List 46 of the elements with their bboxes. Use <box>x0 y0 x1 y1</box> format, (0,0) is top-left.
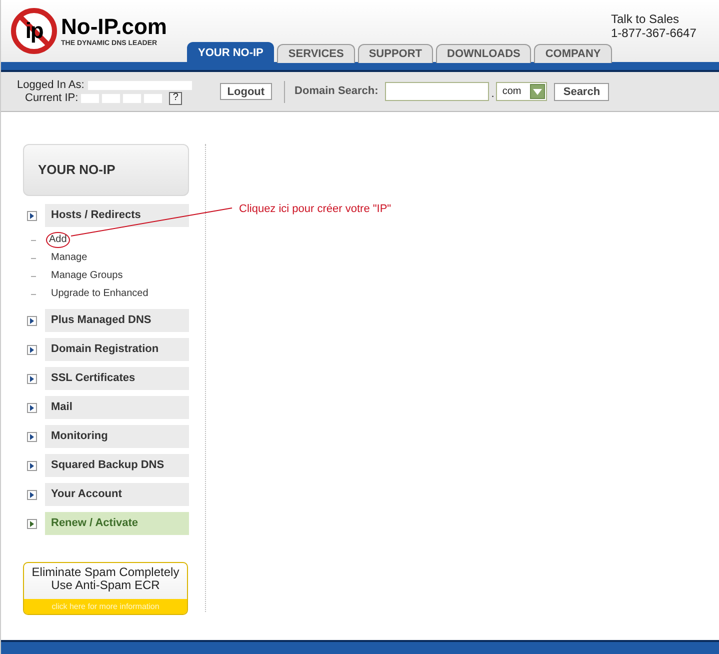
expand-arrow-icon[interactable] <box>27 460 37 470</box>
nav-tab[interactable]: SERVICES <box>277 44 355 63</box>
sidebar-section[interactable]: Renew / Activate <box>45 512 189 535</box>
dot-label: . <box>491 87 494 102</box>
nav-tab[interactable]: DOWNLOADS <box>436 44 532 63</box>
sidebar-section[interactable]: Mail <box>45 396 189 419</box>
expand-arrow-icon[interactable] <box>27 402 37 412</box>
sales-label: Talk to Sales <box>611 12 680 26</box>
sidebar-section[interactable]: SSL Certificates <box>45 367 189 390</box>
nav-tab[interactable]: COMPANY <box>534 44 612 63</box>
expand-arrow-icon[interactable] <box>27 432 37 442</box>
expand-arrow-icon[interactable] <box>27 344 37 354</box>
anti-spam-banner[interactable]: Eliminate Spam Completely Use Anti-Spam ECR click here for more information <box>23 562 188 615</box>
login-label: Logged In As: <box>17 78 84 92</box>
logo-name: No-IP.com <box>61 16 167 38</box>
redacted-block <box>144 94 162 102</box>
sidebar-section[interactable]: Monitoring <box>45 425 189 448</box>
expand-arrow-icon[interactable] <box>27 210 37 220</box>
domain-search-label: Domain Search: <box>294 84 378 100</box>
sidebar-link[interactable]: Upgrade to Enhanced <box>49 287 150 301</box>
expand-arrow-icon[interactable] <box>27 518 37 528</box>
sidebar-section[interactable]: Plus Managed DNS <box>45 309 189 332</box>
nav-tab[interactable]: SUPPORT <box>358 44 434 63</box>
domain-input[interactable] <box>385 82 490 101</box>
sidebar-section[interactable]: Your Account <box>45 483 189 506</box>
sales-phone: 1-877-367-6647 <box>611 26 696 40</box>
expand-arrow-icon[interactable] <box>27 490 37 500</box>
expand-arrow-icon[interactable] <box>27 374 37 384</box>
sidebar-section[interactable]: Squared Backup DNS <box>45 454 189 477</box>
help-button[interactable]: ? <box>169 92 182 104</box>
sidebar-title: YOUR NO-IP <box>23 144 189 196</box>
ip-label: Current IP: <box>25 92 78 104</box>
search-button[interactable]: Search <box>554 82 610 100</box>
sidebar-section[interactable]: Domain Registration <box>45 338 189 361</box>
nav-tab[interactable]: YOUR NO-IP <box>187 42 274 63</box>
redacted-block <box>123 94 142 102</box>
annotation-text: Cliquez ici pour créer votre "IP" <box>239 202 392 217</box>
logout-button[interactable]: Logout <box>220 83 272 100</box>
expand-arrow-icon[interactable] <box>27 316 37 326</box>
redacted-block <box>102 94 120 102</box>
tld-dropdown[interactable]: com <box>496 82 548 101</box>
sidebar-section[interactable]: Hosts / Redirects <box>45 204 189 227</box>
redacted-block <box>81 94 100 102</box>
sidebar-link[interactable]: Manage <box>49 251 90 265</box>
sidebar-link[interactable]: Manage Groups <box>49 269 125 283</box>
sidebar-link[interactable]: Add <box>46 232 70 248</box>
